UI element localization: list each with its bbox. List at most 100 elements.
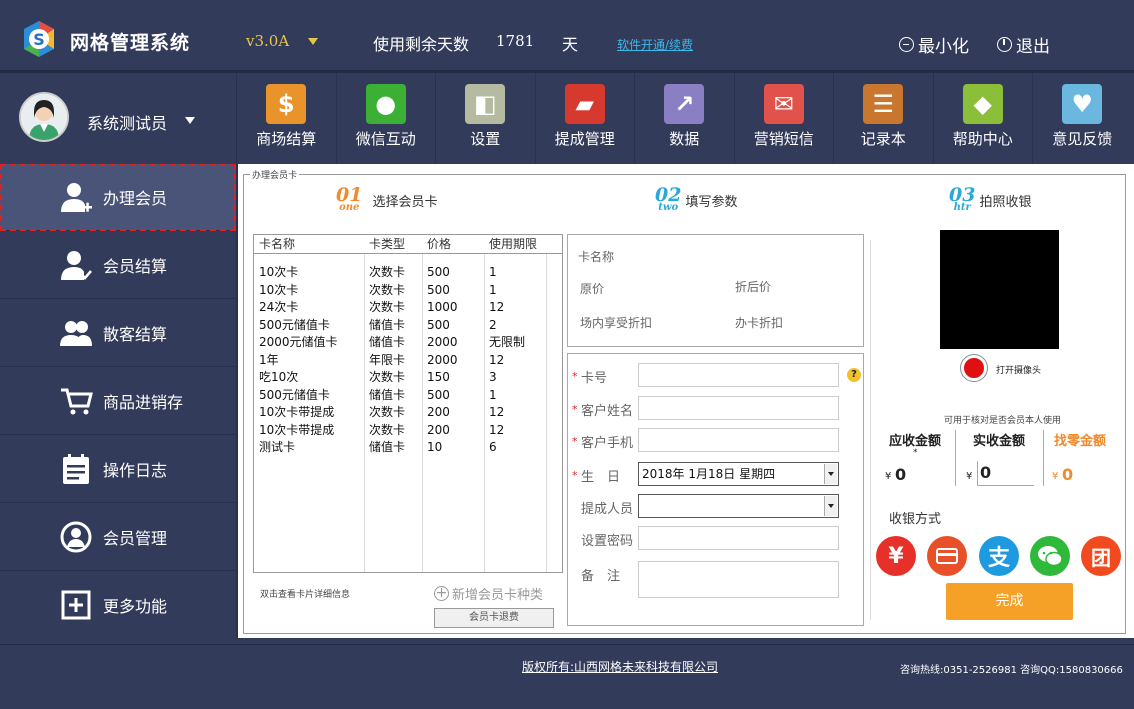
table-row[interactable]: 24次卡 次数卡 1000 12 [254,299,562,317]
table-cell: 500元储值卡 [259,317,330,332]
table-row[interactable]: 10次卡 次数卡 500 1 [254,264,562,282]
table-cell: 次数卡 [369,265,406,279]
toolbar-item-6[interactable]: ☰ 记录本 [833,73,933,164]
user-menu[interactable]: 系统测试员 [0,73,236,164]
table-row[interactable]: 测试卡 储值卡 10 6 [254,439,562,457]
complete-button[interactable]: 完成 [946,583,1073,620]
panel-title: 办理会员卡 [250,168,300,181]
table-cell: 2000 [427,352,458,367]
toolbar-item-7[interactable]: ◆ 帮助中心 [932,73,1033,164]
currency-symbol: ¥ [1052,471,1059,482]
user-dropdown-icon[interactable] [185,117,195,124]
column-header[interactable]: 卡名称 [254,235,364,253]
table-cell: 1000 [427,300,458,314]
toolbar-item-2[interactable]: ◧ 设置 [435,73,535,164]
required-mark: * [572,403,578,416]
membership-panel: 办理会员卡 01 one 选择会员卡 02 two 填写参数 03 htr 拍照收银 … [243,168,1126,634]
group-buy-icon[interactable]: 团 [1081,536,1121,576]
birthday-date-picker[interactable]: 2018年 1月18日 星期四 [638,462,839,486]
table-cell: 200 [427,405,450,419]
table-row[interactable]: 2000元储值卡 储值卡 2000 无限制 [254,334,562,352]
sidebar-item-3[interactable]: 商品进销存 [0,368,236,435]
table-row[interactable]: 500元储值卡 储值卡 500 2 [254,317,562,335]
remarks-row: 备 注 [568,561,865,598]
users-icon [60,321,92,346]
minimize-button[interactable]: 最小化 [899,32,969,57]
version-label[interactable]: v3.0A [246,32,289,50]
table-cell: 储值卡 [369,440,406,454]
table-row[interactable]: 10次卡带提成 次数卡 200 12 [254,422,562,440]
commission-staff-row: 提成人员 [568,494,865,518]
remarks-input[interactable] [638,561,839,598]
card-params-box: 卡名称 原价 折后价 场内享受折扣 办卡折扣 [567,234,864,347]
customer-name-input[interactable] [638,396,839,420]
required-mark: * [572,370,578,383]
card-number-input[interactable] [638,363,839,387]
user-check-icon [61,251,92,280]
sidebar-item-4[interactable]: 操作日志 [0,436,236,503]
wechat-pay-icon[interactable] [1030,536,1070,576]
commission-staff-select[interactable] [638,494,839,518]
renew-link[interactable]: 软件开通/续费 [617,36,693,53]
paid-value: 0 [980,463,992,482]
table-row[interactable]: 10次卡带提成 次数卡 200 12 [254,404,562,422]
plus-circle-icon: + [434,585,449,601]
table-row[interactable]: 10次卡 次数卡 500 1 [254,282,562,300]
birthday-label: 生 日 [581,470,621,485]
sidebar-item-5[interactable]: 会员管理 [0,504,236,571]
table-cell: 储值卡 [369,335,406,349]
bank-card-icon[interactable] [927,536,967,576]
add-card-type-button[interactable]: + 新增会员卡种类 [434,584,543,603]
customer-phone-input[interactable] [638,428,839,452]
toolbar-item-1[interactable]: ● 微信互动 [335,73,436,164]
sidebar-item-1[interactable]: 会员结算 [0,232,236,299]
open-camera-label[interactable]: 打开摄像头 [996,363,1041,376]
table-row[interactable]: 吃10次 次数卡 150 3 [254,369,562,387]
toolbar-item-5[interactable]: ✉ 营销短信 [733,73,834,164]
cart-icon [61,388,93,415]
toolbar-item-8[interactable]: ♥ 意见反馈 [1032,73,1132,164]
password-input[interactable] [638,526,839,550]
paid-amount-input[interactable]: 0 [977,461,1034,486]
chevron-down-icon[interactable] [824,464,837,484]
sidebar-item-6[interactable]: 更多功能 [0,572,236,639]
alipay-icon[interactable]: 支 [979,536,1019,576]
camera-record-button[interactable] [961,355,987,381]
cash-yen-icon[interactable]: ¥ [876,536,916,576]
hotline-info: 咨询热线:0351-2526981 咨询QQ:1580830666 [900,665,1123,676]
table-row[interactable]: 500元储值卡 储值卡 500 1 [254,387,562,405]
sidebar-item-0[interactable]: 办理会员 [0,164,236,231]
calendar-log-icon [63,454,89,484]
card-type-table[interactable]: 卡名称 卡类型 价格 使用期限 10次卡 次数卡 500 1 10次卡 次数卡 500 1 24次卡次… [253,234,563,573]
svg-text:S: S [33,30,45,49]
table-cell: 1 [489,387,497,402]
column-header[interactable]: 价格 [422,235,484,253]
table-cell: 次数卡 [369,370,406,384]
column-header[interactable]: 使用期限 [484,235,562,253]
column-header[interactable]: 卡类型 [364,235,422,253]
toolbar-item-4[interactable]: ↗ 数据 [634,73,734,164]
exit-button[interactable]: 退出 [997,32,1050,57]
table-cell: 2 [489,317,497,332]
toolbar-item-label: 微信互动 [355,130,416,148]
card-refund-button[interactable]: 会员卡退费 [434,608,554,628]
table-cell: 1 [489,282,497,297]
table-cell: 次数卡 [369,282,406,297]
table-cell: 年限卡 [369,352,406,367]
help-icon[interactable]: ? [847,368,861,382]
sidebar-item-2[interactable]: 散客结算 [0,300,236,367]
card-name-label: 卡名称 [578,250,615,264]
toolbar-item-0[interactable]: $ 商场结算 [236,73,336,164]
avatar [19,92,69,142]
toolbar-item-3[interactable]: ▰ 提成管理 [534,73,635,164]
copyright-link[interactable]: 版权所有:山西网格未来科技有限公司 [522,658,718,675]
customer-name-row: * 客户姓名 [568,396,865,420]
version-dropdown-icon[interactable] [308,38,318,45]
table-cell: 500 [427,317,450,332]
table-row[interactable]: 1年 年限卡 2000 12 [254,352,562,370]
divider [955,430,956,486]
currency-symbol: ¥ [966,471,973,482]
chevron-down-icon[interactable] [824,496,837,516]
table-cell: 1 [489,265,497,279]
customer-phone-label: 客户手机 [581,436,634,451]
